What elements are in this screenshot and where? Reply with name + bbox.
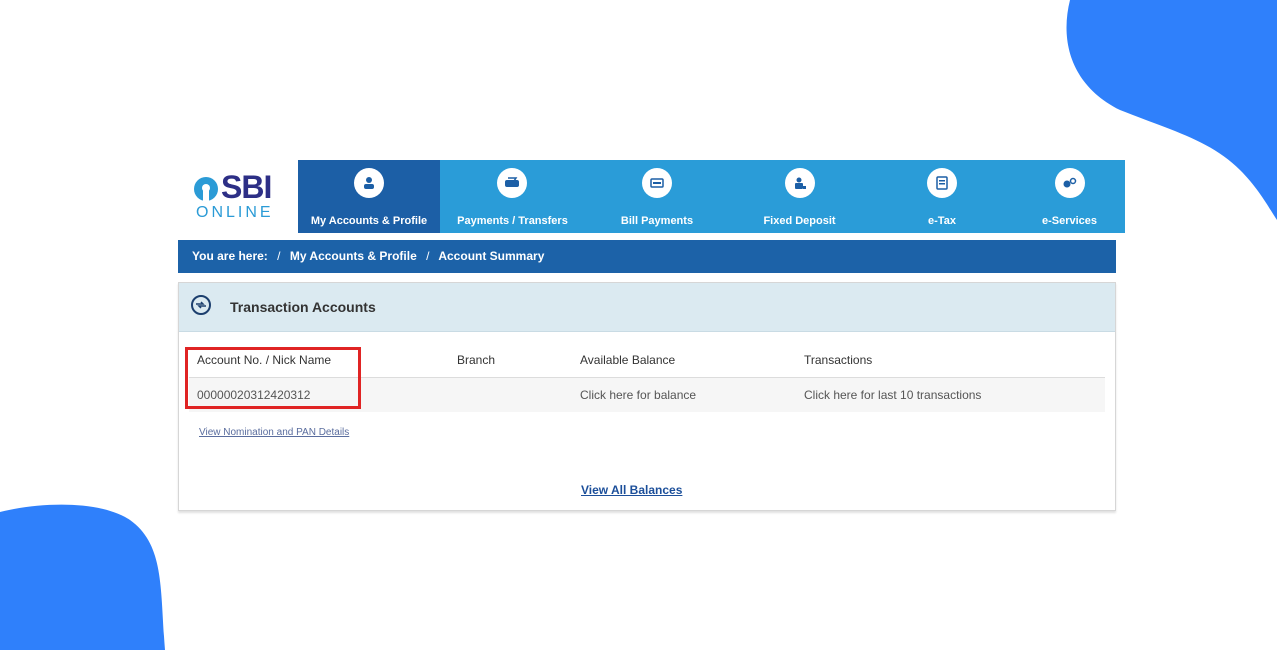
nav-label: e-Services <box>1041 215 1098 227</box>
user-icon <box>354 168 384 198</box>
column-header-balance: Available Balance <box>572 343 796 378</box>
column-header-transactions: Transactions <box>796 343 1105 378</box>
nav-e-tax[interactable]: e-Tax <box>870 160 1014 233</box>
account-number-highlight <box>185 347 361 409</box>
nav-e-services[interactable]: e-Services <box>1014 160 1125 233</box>
transfer-icon <box>497 168 527 198</box>
breadcrumb-item: Account Summary <box>438 249 545 263</box>
sbi-logo[interactable]: SBI ONLINE <box>178 160 298 233</box>
services-icon <box>1055 168 1085 198</box>
panel-header: Transaction Accounts <box>179 283 1115 332</box>
nav-label: Payments / Transfers <box>457 215 568 227</box>
transaction-icon <box>191 295 211 315</box>
branch-cell <box>449 377 572 412</box>
nav-label: Bill Payments <box>620 215 694 227</box>
balance-link[interactable]: Click here for balance <box>572 377 796 412</box>
top-navigation: SBI ONLINE My Accounts & Profile Payment… <box>178 160 1125 233</box>
sbi-logo-mark <box>194 177 218 201</box>
decorative-blob-bottom-left <box>0 504 165 650</box>
sbi-online-screen: SBI ONLINE My Accounts & Profile Payment… <box>178 160 1125 516</box>
nav-fixed-deposit[interactable]: Fixed Deposit <box>729 160 870 233</box>
nav-label: Fixed Deposit <box>763 215 836 227</box>
breadcrumb-separator: / <box>426 249 430 263</box>
transactions-link[interactable]: Click here for last 10 transactions <box>796 377 1105 412</box>
nav-bill-payments[interactable]: Bill Payments <box>585 160 729 233</box>
nav-my-accounts[interactable]: My Accounts & Profile <box>298 160 440 233</box>
logo-online-text: ONLINE <box>196 204 274 221</box>
breadcrumb: You are here: / My Accounts & Profile / … <box>178 240 1116 273</box>
nav-label: e-Tax <box>928 215 956 227</box>
nav-label: My Accounts & Profile <box>310 215 428 227</box>
logo-sbi-text: SBI <box>221 169 272 205</box>
panel-title: Transaction Accounts <box>230 299 376 315</box>
breadcrumb-prefix: You are here: <box>192 249 268 263</box>
view-all-balances-link[interactable]: View All Balances <box>581 483 682 497</box>
view-nomination-link[interactable]: View Nomination and PAN Details <box>199 427 349 438</box>
nav-payments-transfers[interactable]: Payments / Transfers <box>440 160 585 233</box>
breadcrumb-item[interactable]: My Accounts & Profile <box>290 249 417 263</box>
tax-document-icon <box>927 168 957 198</box>
deposit-icon <box>785 168 815 198</box>
bill-icon <box>642 168 672 198</box>
column-header-branch: Branch <box>449 343 572 378</box>
breadcrumb-separator: / <box>277 249 281 263</box>
transaction-accounts-panel: Transaction Accounts Account No. / Nick … <box>178 282 1116 511</box>
